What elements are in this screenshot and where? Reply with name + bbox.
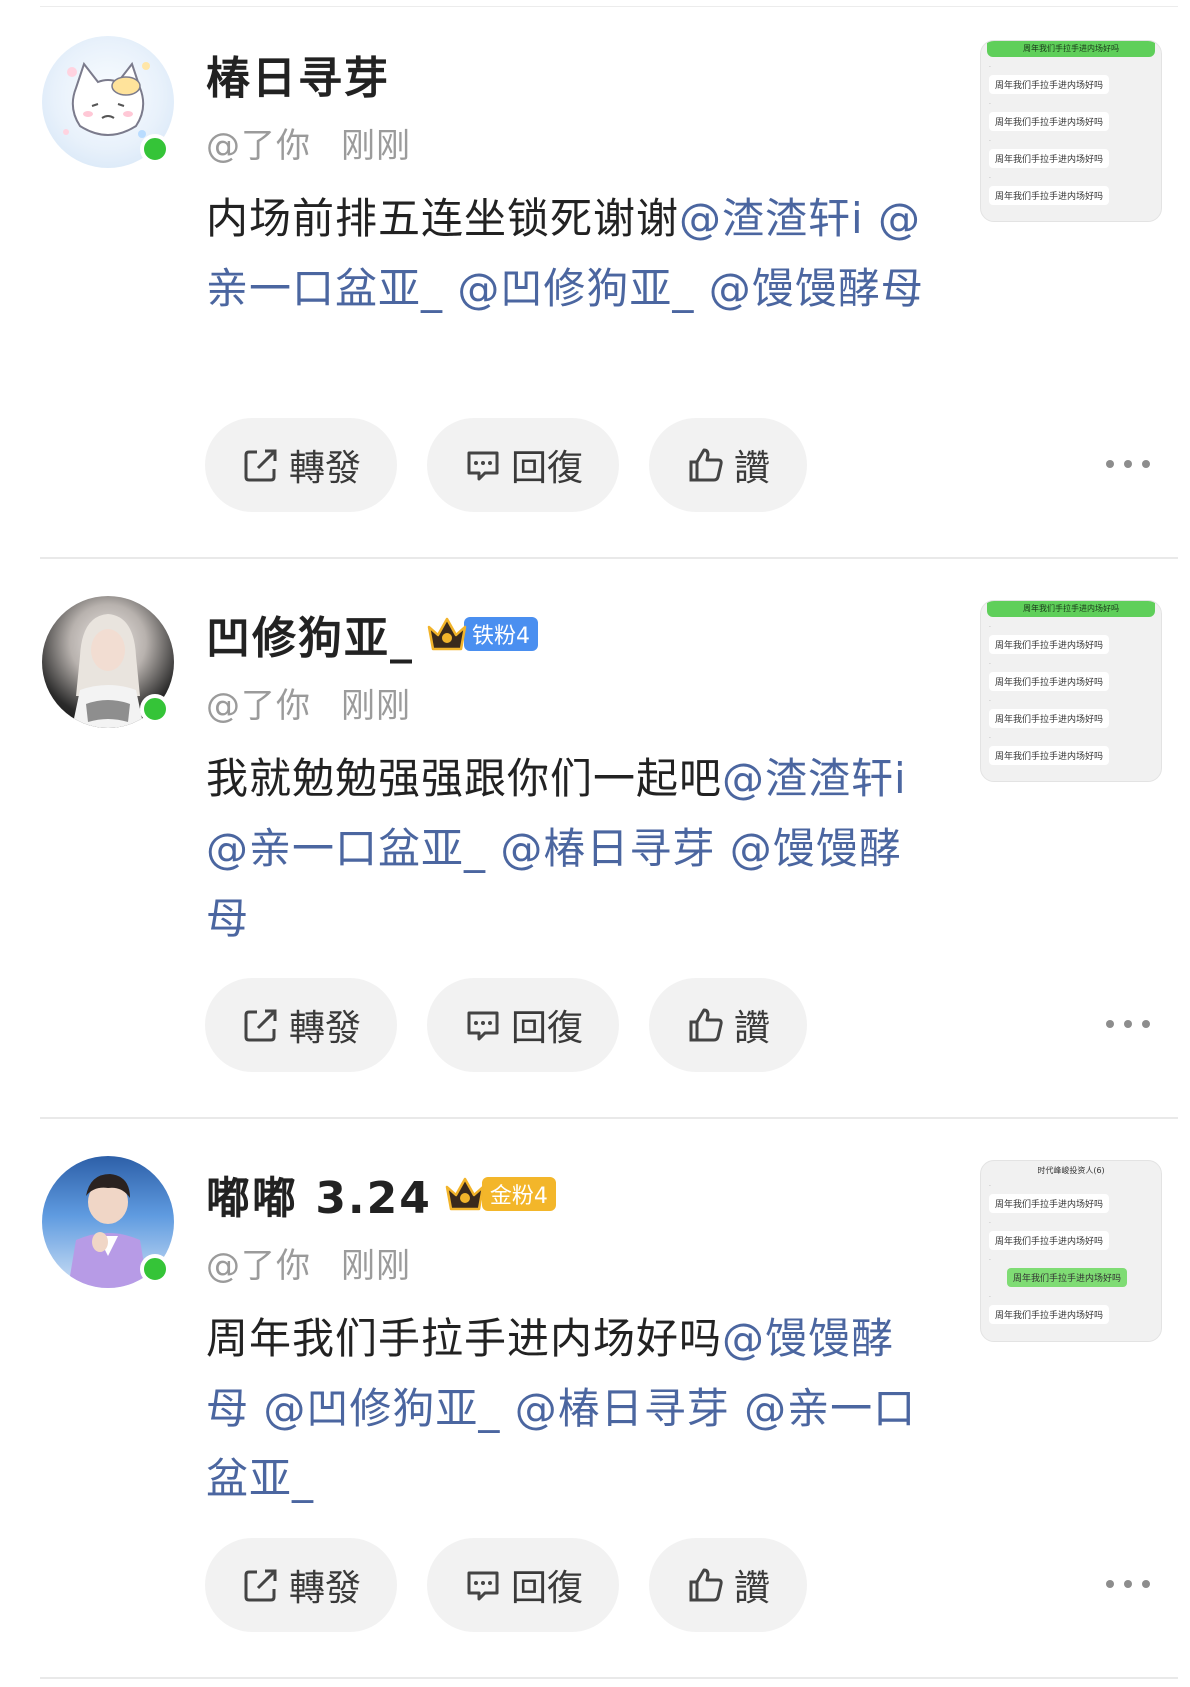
post-card: 凹修狗亚_ 铁粉4 @了你 刚刚 我就勉勉强强跟你们一起吧@渣渣轩i @亲一口盆亚… bbox=[0, 560, 1190, 1120]
share-icon bbox=[244, 449, 277, 482]
thumbnail-header: 周年我们手拉手进内场好吗 bbox=[987, 601, 1155, 617]
thumbs-up-icon bbox=[689, 448, 723, 482]
thumbnail-message: 周年我们手拉手进内场好吗 bbox=[989, 709, 1110, 728]
repost-label: 轉發 bbox=[288, 1008, 361, 1049]
timestamp: 刚刚 bbox=[341, 1246, 411, 1286]
reply-label: 回復 bbox=[510, 1008, 583, 1049]
mention-link[interactable]: @馒馒酵母 bbox=[709, 264, 924, 313]
thumbnail-message: 周年我们手拉手进内场好吗 bbox=[989, 672, 1110, 691]
mention-handle: @了你 bbox=[206, 1246, 311, 1286]
thumbnail-message: 周年我们手拉手进内场好吗 bbox=[1007, 1268, 1128, 1287]
crown-icon bbox=[444, 1175, 486, 1213]
like-button[interactable]: 讚 bbox=[649, 978, 807, 1072]
repost-label: 轉發 bbox=[288, 1568, 361, 1609]
reply-button[interactable]: 回復 bbox=[427, 418, 619, 512]
post-divider bbox=[40, 1677, 1178, 1679]
share-icon bbox=[244, 1009, 277, 1042]
reply-label: 回復 bbox=[510, 1568, 583, 1609]
share-icon bbox=[244, 1569, 277, 1602]
username[interactable]: 嘟嘟 3.24 bbox=[206, 1162, 432, 1226]
thumbnail-message: 周年我们手拉手进内场好吗 bbox=[989, 1231, 1110, 1250]
like-button[interactable]: 讚 bbox=[649, 418, 807, 512]
repost-label: 轉發 bbox=[288, 448, 361, 489]
reply-button[interactable]: 回復 bbox=[427, 978, 619, 1072]
thumbs-up-icon bbox=[689, 1008, 723, 1042]
repost-button[interactable]: 轉發 bbox=[205, 1538, 397, 1632]
username[interactable]: 凹修狗亚_ bbox=[206, 602, 414, 666]
mention-link[interactable]: @椿日寻芽 bbox=[500, 824, 715, 873]
post-body: 我就勉勉强强跟你们一起吧 bbox=[206, 754, 723, 803]
like-label: 讚 bbox=[733, 448, 770, 489]
post-text: 我就勉勉强强跟你们一起吧@渣渣轩i @亲一口盆亚_ @椿日寻芽 @馒馒酵母 bbox=[206, 744, 931, 954]
thumbnail-message: 周年我们手拉手进内场好吗 bbox=[989, 1305, 1110, 1324]
thumbnail-header: 周年我们手拉手进内场好吗 bbox=[987, 41, 1155, 57]
post-meta: @了你 刚刚 bbox=[206, 1238, 411, 1287]
thumbnail-message: 周年我们手拉手进内场好吗 bbox=[989, 75, 1110, 94]
thumbnail-message: 周年我们手拉手进内场好吗 bbox=[989, 149, 1110, 168]
repost-button[interactable]: 轉發 bbox=[205, 978, 397, 1072]
comment-icon bbox=[467, 1571, 499, 1601]
comment-icon bbox=[467, 1011, 499, 1041]
avatar[interactable] bbox=[42, 36, 174, 168]
fan-badge[interactable]: 铁粉4 bbox=[426, 614, 538, 654]
mention-handle: @了你 bbox=[206, 126, 311, 166]
more-options-icon[interactable] bbox=[1106, 1012, 1150, 1036]
thumbnail-header: 时代峰峻投资人(6) bbox=[1037, 1166, 1105, 1175]
screenshot-thumbnail[interactable]: 周年我们手拉手进内场好吗 · 周年我们手拉手进内场好吗 · 周年我们手拉手进内场好吗… bbox=[980, 600, 1162, 782]
online-status-dot bbox=[140, 694, 170, 724]
mention-link[interactable]: @凹修狗亚_ bbox=[457, 264, 694, 313]
post-divider bbox=[40, 1117, 1178, 1119]
thumbnail-message: 周年我们手拉手进内场好吗 bbox=[989, 1194, 1110, 1213]
repost-button[interactable]: 轉發 bbox=[205, 418, 397, 512]
mention-handle: @了你 bbox=[206, 686, 311, 726]
like-button[interactable]: 讚 bbox=[649, 1538, 807, 1632]
mention-link[interactable]: @渣渣轩i bbox=[679, 194, 864, 243]
comment-icon bbox=[467, 451, 499, 481]
screenshot-thumbnail[interactable]: 时代峰峻投资人(6) · 周年我们手拉手进内场好吗 · 周年我们手拉手进内场好吗 ·… bbox=[980, 1160, 1162, 1342]
post-text: 周年我们手拉手进内场好吗@馒馒酵母 @凹修狗亚_ @椿日寻芽 @亲一口盆亚_ bbox=[206, 1304, 931, 1514]
post-meta: @了你 刚刚 bbox=[206, 118, 411, 167]
online-status-dot bbox=[140, 134, 170, 164]
reply-button[interactable]: 回復 bbox=[427, 1538, 619, 1632]
mention-link[interactable]: @椿日寻芽 bbox=[515, 1384, 730, 1433]
fan-level-label: 铁粉4 bbox=[464, 617, 538, 651]
crown-icon bbox=[426, 615, 468, 653]
fan-badge[interactable]: 金粉4 bbox=[444, 1174, 556, 1214]
like-label: 讚 bbox=[733, 1008, 770, 1049]
post-card: 椿日寻芽 @了你 刚刚 内场前排五连坐锁死谢谢@渣渣轩i @亲一口盆亚_ @凹修狗… bbox=[0, 0, 1190, 560]
reply-label: 回復 bbox=[510, 448, 583, 489]
like-label: 讚 bbox=[733, 1568, 770, 1609]
mention-link[interactable]: @渣渣轩i bbox=[722, 754, 907, 803]
more-options-icon[interactable] bbox=[1106, 1572, 1150, 1596]
post-divider bbox=[40, 557, 1178, 559]
avatar[interactable] bbox=[42, 596, 174, 728]
post-meta: @了你 刚刚 bbox=[206, 678, 411, 727]
screenshot-thumbnail[interactable]: 周年我们手拉手进内场好吗 · 周年我们手拉手进内场好吗 · 周年我们手拉手进内场好吗… bbox=[980, 40, 1162, 222]
post-body: 内场前排五连坐锁死谢谢 bbox=[206, 194, 680, 243]
thumbnail-message: 周年我们手拉手进内场好吗 bbox=[989, 635, 1110, 654]
online-status-dot bbox=[140, 1254, 170, 1284]
post-card: 嘟嘟 3.24 金粉4 @了你 刚刚 周年我们手拉手进内场好吗@馒馒酵母 @凹修狗… bbox=[0, 1120, 1190, 1680]
avatar[interactable] bbox=[42, 1156, 174, 1288]
post-body: 周年我们手拉手进内场好吗 bbox=[206, 1314, 723, 1363]
timestamp: 刚刚 bbox=[341, 686, 411, 726]
post-text: 内场前排五连坐锁死谢谢@渣渣轩i @亲一口盆亚_ @凹修狗亚_ @馒馒酵母 bbox=[206, 184, 931, 324]
fan-level-label: 金粉4 bbox=[481, 1177, 556, 1211]
timestamp: 刚刚 bbox=[341, 126, 411, 166]
thumbs-up-icon bbox=[689, 1568, 723, 1602]
thumbnail-message: 周年我们手拉手进内场好吗 bbox=[989, 112, 1110, 131]
thumbnail-message: 周年我们手拉手进内场好吗 bbox=[989, 746, 1110, 765]
username[interactable]: 椿日寻芽 bbox=[206, 42, 390, 106]
more-options-icon[interactable] bbox=[1106, 452, 1150, 476]
thumbnail-message: 周年我们手拉手进内场好吗 bbox=[989, 186, 1110, 205]
mention-link[interactable]: @亲一口盆亚_ bbox=[206, 824, 486, 873]
mention-link[interactable]: @凹修狗亚_ bbox=[263, 1384, 500, 1433]
